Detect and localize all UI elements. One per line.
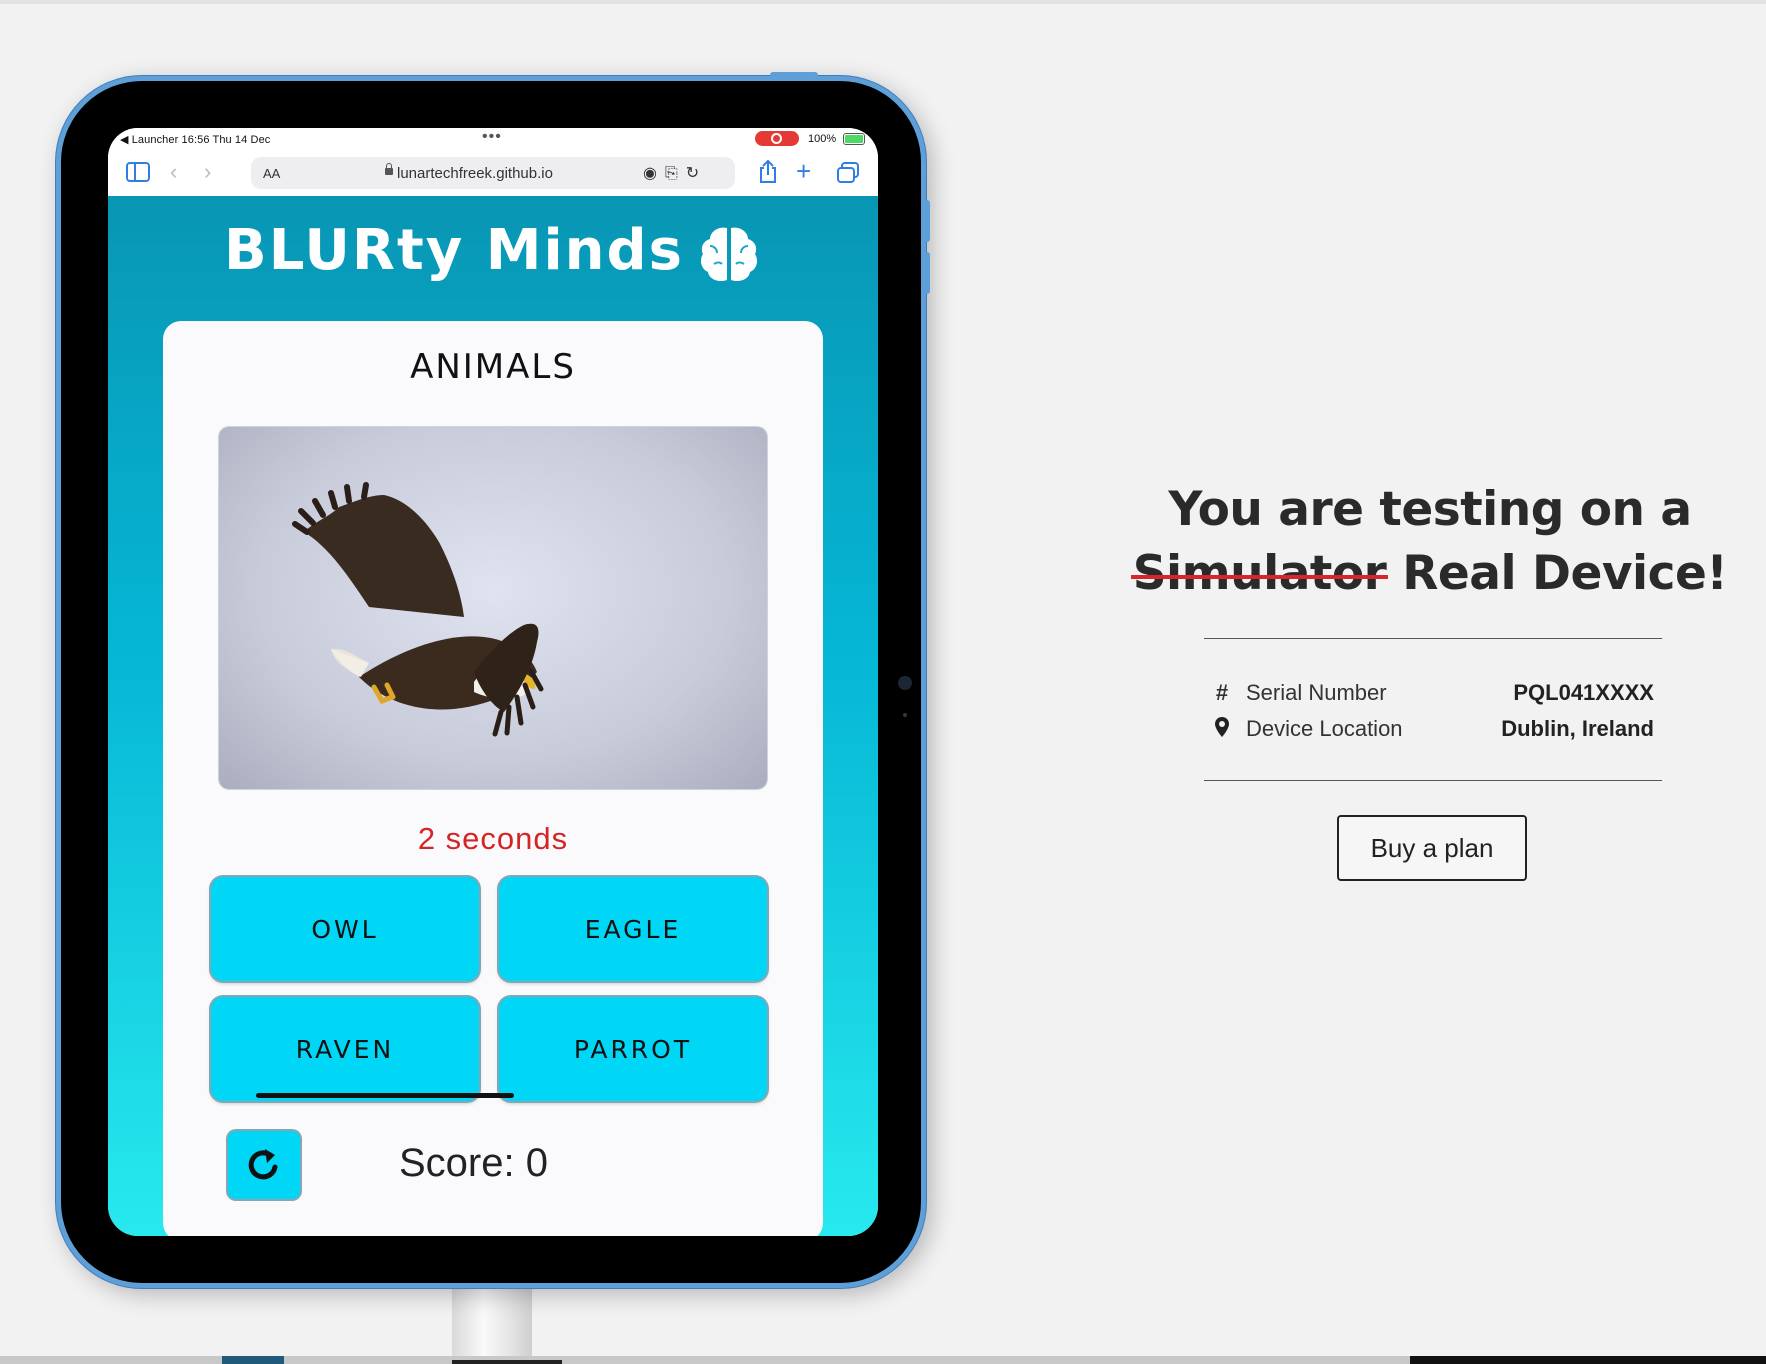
share-icon[interactable] (758, 159, 778, 188)
heading-line2: Real Device! (1402, 546, 1728, 601)
eagle-image (292, 482, 544, 737)
camera-icon (898, 676, 912, 690)
lock-icon (385, 163, 393, 175)
hash-icon: # (1215, 680, 1229, 705)
screen-record-icon (755, 131, 799, 146)
quiz-app: BLURty Minds ANIMALS 2 seconds OWL EAGLE… (108, 196, 878, 1236)
divider (1204, 780, 1662, 781)
multitask-dots[interactable]: ••• (482, 128, 502, 146)
category-title: ANIMALS (410, 347, 576, 387)
answer-button-eagle[interactable]: EAGLE (499, 877, 767, 981)
restart-button[interactable] (228, 1131, 300, 1199)
location-value: Dublin, Ireland (1501, 716, 1654, 741)
power-button (770, 72, 818, 78)
buy-plan-button[interactable]: Buy a plan (1337, 815, 1527, 881)
heading-line1: You are testing on a (1168, 482, 1692, 537)
taskbar (0, 1356, 1766, 1364)
location-label: Device Location (1246, 716, 1403, 741)
answer-button-owl[interactable]: OWL (211, 877, 479, 981)
forward-icon[interactable]: › (204, 161, 211, 183)
taskbar-area (1410, 1356, 1766, 1364)
tabs-icon[interactable] (836, 162, 860, 188)
home-indicator[interactable] (256, 1093, 514, 1098)
score-display: Score: 0 (399, 1141, 548, 1185)
safari-toolbar: ‹ › AA lunartechfreek.github.io ◉⎘↻ + (108, 150, 878, 197)
sidebar-icon[interactable] (126, 162, 150, 186)
volume-button (924, 252, 930, 294)
volume-button (924, 200, 930, 242)
back-icon[interactable]: ‹ (170, 161, 177, 183)
url-text[interactable]: lunartechfreek.github.io (397, 165, 553, 182)
taskbar-app[interactable] (452, 1360, 562, 1364)
location-pin-icon (1212, 716, 1232, 744)
serial-label: Serial Number (1246, 680, 1387, 705)
ipad-screen: ◀ Launcher 16:56 Thu 14 Dec ••• 100% ‹ ›… (108, 128, 878, 1236)
location-row: Device Location Dublin, Ireland (1212, 714, 1654, 744)
new-tab-icon[interactable]: + (796, 158, 811, 184)
answer-button-raven[interactable]: RAVEN (211, 997, 479, 1101)
status-bar: ◀ Launcher 16:56 Thu 14 Dec ••• 100% (108, 128, 878, 150)
serial-row: # Serial Number PQL041XXXX (1212, 678, 1654, 708)
top-border (0, 0, 1766, 4)
taskbar-app[interactable] (222, 1356, 284, 1364)
quiz-image (219, 427, 767, 789)
usb-cable (452, 1280, 532, 1364)
refresh-icon (248, 1149, 278, 1180)
answer-button-parrot[interactable]: PARROT (499, 997, 767, 1101)
extension-icons[interactable]: ◉⎘↻ (643, 163, 707, 183)
sensor (903, 713, 907, 717)
battery-icon (843, 133, 865, 145)
brain-icon (700, 227, 758, 281)
status-left: ◀ Launcher 16:56 Thu 14 Dec (120, 134, 271, 146)
serial-value: PQL041XXXX (1513, 680, 1654, 705)
address-bar[interactable]: AA lunartechfreek.github.io ◉⎘↻ (251, 157, 735, 189)
battery-percent: 100% (808, 133, 837, 145)
app-logo: BLURty Minds (108, 218, 878, 284)
quiz-card: ANIMALS 2 seconds OWL EAGLE RAVEN PARROT… (163, 321, 823, 1236)
divider (1204, 638, 1662, 639)
device-heading: You are testing on a Simulator Real Devi… (1130, 478, 1730, 606)
text-size-button[interactable]: AA (263, 166, 280, 181)
countdown-timer: 2 seconds (417, 821, 569, 856)
app-title: BLURty Minds (224, 218, 684, 283)
heading-strikethrough: Simulator (1130, 542, 1388, 606)
